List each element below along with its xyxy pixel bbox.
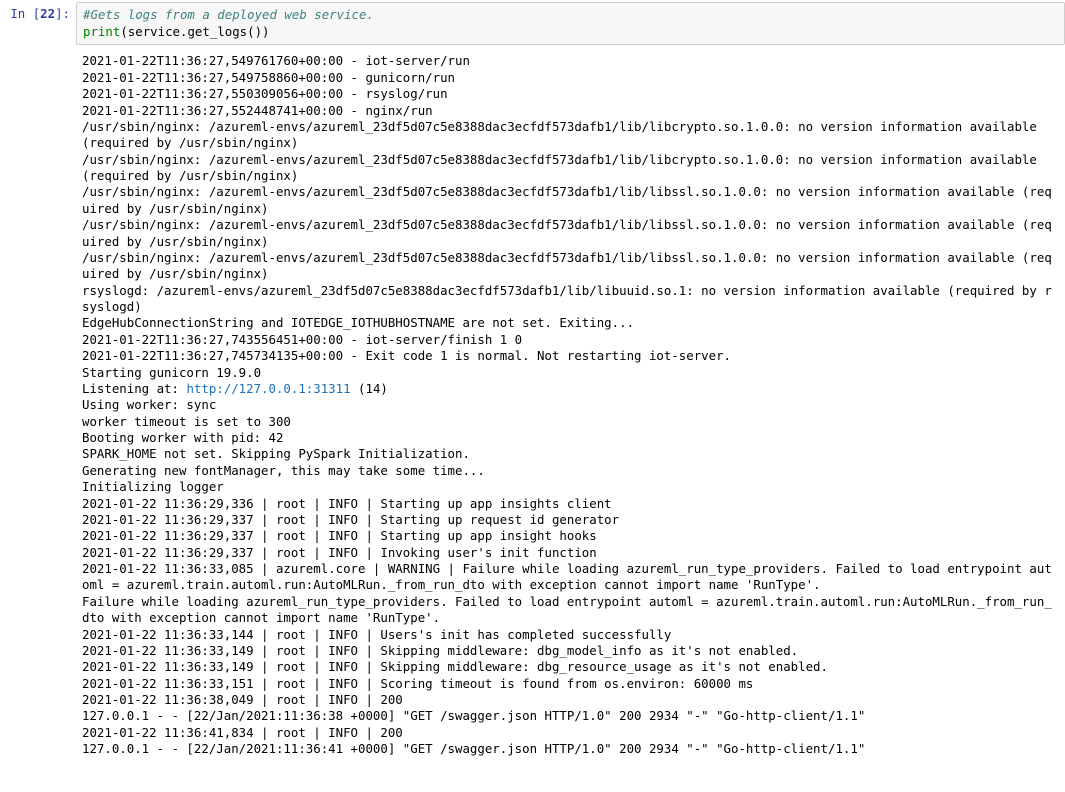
- code-comment: #Gets logs from a deployed web service.: [83, 7, 374, 22]
- listening-url-link[interactable]: http://127.0.0.1:31311: [186, 381, 350, 396]
- code-input[interactable]: #Gets logs from a deployed web service. …: [76, 2, 1065, 45]
- code-rest: (service.get_logs()): [120, 24, 269, 39]
- prompt-number: 22: [40, 6, 55, 21]
- output-prompt-spacer: [0, 53, 76, 57]
- input-prompt: In [22]:: [0, 2, 76, 23]
- output-row: 2021-01-22T11:36:27,549761760+00:00 - io…: [0, 53, 1065, 763]
- code-func: print: [83, 24, 120, 39]
- output-post-link: (14) Using worker: sync worker timeout i…: [82, 381, 1052, 756]
- output-stream: 2021-01-22T11:36:27,549761760+00:00 - io…: [76, 53, 1065, 763]
- output-pre-link: 2021-01-22T11:36:27,549761760+00:00 - io…: [82, 53, 1052, 396]
- prompt-label: In: [10, 6, 25, 21]
- code-cell: In [22]: #Gets logs from a deployed web …: [0, 0, 1065, 45]
